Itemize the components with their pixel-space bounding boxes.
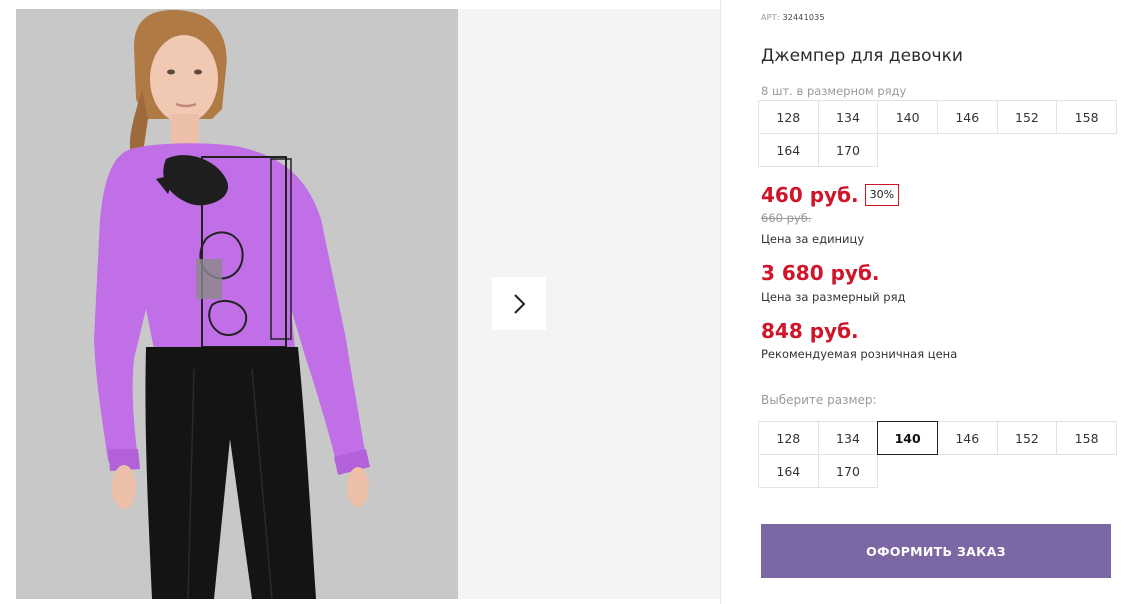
size-option-158[interactable]: 158 bbox=[1056, 421, 1117, 455]
product-gallery bbox=[0, 0, 720, 604]
old-price: 660 руб. bbox=[761, 211, 812, 225]
product-photo-illustration bbox=[16, 9, 458, 599]
size-option-140-selected[interactable]: 140 bbox=[877, 421, 938, 455]
unit-price-label: Цена за единицу bbox=[761, 232, 865, 246]
range-size-cell: 152 bbox=[996, 100, 1058, 134]
sku: АРТ: 32441035 bbox=[761, 13, 825, 22]
range-size-cell: 134 bbox=[817, 100, 879, 134]
range-price-label: Цена за размерный ряд bbox=[761, 290, 906, 304]
size-range-count: 8 шт. в размерном ряду bbox=[761, 84, 907, 98]
size-option-146[interactable]: 146 bbox=[936, 421, 998, 455]
range-size-cell: 128 bbox=[758, 100, 819, 134]
size-option-134[interactable]: 134 bbox=[817, 421, 879, 455]
sku-label: АРТ: bbox=[761, 13, 780, 22]
range-price: 3 680 руб. bbox=[761, 261, 880, 285]
size-option-152[interactable]: 152 bbox=[996, 421, 1058, 455]
range-size-cell: 164 bbox=[758, 133, 819, 167]
size-option-128[interactable]: 128 bbox=[758, 421, 819, 455]
range-size-cell: 170 bbox=[817, 133, 879, 167]
range-size-cell: 140 bbox=[877, 100, 938, 134]
retail-price: 848 руб. bbox=[761, 319, 859, 343]
choose-size-label: Выберите размер: bbox=[761, 393, 877, 407]
range-size-cell: 158 bbox=[1056, 100, 1117, 134]
retail-price-label: Рекомендуемая розничная цена bbox=[761, 347, 958, 361]
product-title: Джемпер для девочки bbox=[761, 46, 963, 66]
column-divider bbox=[720, 0, 721, 604]
size-option-164[interactable]: 164 bbox=[758, 454, 819, 488]
product-photo[interactable] bbox=[16, 9, 458, 599]
sku-value: 32441035 bbox=[782, 13, 825, 22]
chevron-right-icon bbox=[514, 293, 526, 314]
range-size-cell: 146 bbox=[936, 100, 998, 134]
discount-badge: 30% bbox=[864, 184, 900, 206]
place-order-button[interactable]: ОФОРМИТЬ ЗАКАЗ bbox=[761, 524, 1111, 578]
unit-price: 460 руб. bbox=[761, 183, 859, 207]
size-range-grid: 128 134 140 146 152 158 164 170 bbox=[758, 100, 1117, 167]
unit-price-row: 460 руб. 30% bbox=[761, 183, 900, 207]
next-slide-button[interactable] bbox=[492, 277, 546, 330]
size-picker: 128 134 140 146 152 158 164 170 bbox=[758, 421, 1117, 488]
size-option-170[interactable]: 170 bbox=[817, 454, 879, 488]
